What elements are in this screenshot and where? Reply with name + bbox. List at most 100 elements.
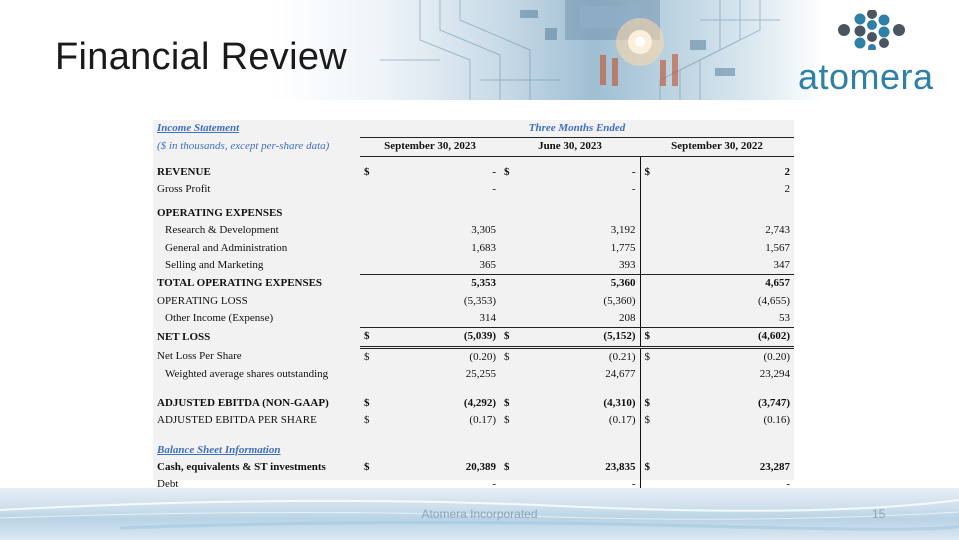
column-header: June 30, 2023	[500, 137, 640, 157]
currency-symbol	[360, 293, 374, 310]
cell-value: 314	[374, 309, 500, 329]
cell-value: 20,389	[465, 461, 496, 474]
cell-value: 365	[374, 257, 500, 276]
cell-value: (0.20)	[763, 350, 791, 363]
cell-value: (4,310)	[603, 397, 636, 410]
table-row: General and Administration 1,683 1,775 1…	[153, 239, 794, 258]
row-label: General and Administration	[165, 241, 288, 254]
cell-value: -	[492, 165, 496, 178]
currency-symbol	[500, 257, 514, 276]
company-logo: atomera	[796, 10, 946, 97]
table-row: OPERATING EXPENSES	[153, 205, 794, 223]
row-label: ADJUSTED EBITDA PER SHARE	[157, 414, 317, 427]
cell-value: 23,294	[759, 367, 791, 380]
table-row: Balance Sheet Information	[153, 441, 794, 460]
currency-symbol: $	[639, 163, 654, 181]
cell-value: 3,192	[610, 224, 636, 237]
cell-value: -	[631, 182, 636, 195]
row-label: Selling and Marketing	[165, 259, 264, 272]
slide-title: Financial Review	[55, 36, 348, 78]
row-label: Cash, equivalents & ST investments	[157, 461, 326, 474]
currency-symbol	[360, 240, 374, 257]
row-label: ADJUSTED EBITDA (NON-GAAP)	[157, 397, 329, 410]
currency-symbol	[360, 222, 374, 239]
currency-symbol	[500, 275, 514, 293]
cell-value: 393	[514, 257, 640, 276]
units-note: ($ in thousands, except per-share data)	[157, 140, 330, 153]
currency-symbol	[500, 293, 514, 310]
cell-value: (0.21)	[608, 350, 636, 363]
cell-value: (4,602)	[654, 327, 795, 349]
table-row: Weighted average shares outstanding 25,2…	[153, 365, 794, 384]
row-label: TOTAL OPERATING EXPENSES	[157, 277, 323, 290]
currency-symbol: $	[504, 414, 510, 427]
cell-value: (4,292)	[463, 397, 496, 410]
cell-value: 2,743	[765, 224, 791, 237]
row-label: Net Loss Per Share	[157, 349, 242, 362]
row-label: Research & Development	[165, 224, 279, 237]
cell-value: 23,287	[759, 461, 791, 474]
currency-symbol	[500, 240, 514, 257]
currency-symbol	[360, 257, 374, 276]
table-row: ADJUSTED EBITDA (NON-GAAP) $ (4,292) $ (…	[153, 395, 794, 413]
row-label: NET LOSS	[157, 330, 211, 343]
currency-symbol: $	[364, 165, 370, 178]
currency-symbol: $	[364, 461, 370, 474]
cell-value: 3,305	[471, 224, 496, 237]
currency-symbol: $	[504, 461, 510, 474]
balance-sheet-label: Balance Sheet Information	[157, 443, 281, 456]
atomera-logo-icon	[838, 10, 905, 50]
cell-value: (0.17)	[608, 414, 636, 427]
column-header-row: ($ in thousands, except per-share data) …	[153, 137, 795, 157]
currency-symbol: $	[364, 350, 370, 363]
currency-symbol	[639, 257, 654, 276]
cell-value: 5,353	[471, 277, 496, 290]
table-row: Other Income (Expense) 314 208 53	[153, 309, 795, 329]
cell-value: (3,747)	[757, 397, 791, 410]
currency-symbol	[639, 222, 654, 240]
currency-symbol	[639, 180, 654, 199]
table-header-row: Income Statement Three Months Ended	[153, 120, 795, 139]
currency-symbol: $	[639, 412, 654, 430]
period-header: Three Months Ended	[360, 120, 795, 139]
cell-value: 53	[654, 309, 795, 329]
row-label: Other Income (Expense)	[165, 312, 274, 325]
cell-value: 1,683	[471, 241, 496, 254]
table-row: Net Loss Per Share $ (0.20) $ (0.21) $ (…	[153, 347, 794, 366]
currency-symbol: $	[364, 414, 370, 427]
table-row: TOTAL OPERATING EXPENSES 5,353 5,360 4,6…	[153, 274, 794, 293]
table-row: Selling and Marketing 365 393 347	[153, 257, 795, 276]
currency-symbol	[500, 309, 514, 329]
cell-value: 25,255	[465, 367, 496, 380]
currency-symbol: $	[639, 459, 654, 477]
currency-symbol	[500, 181, 514, 198]
cell-value: 1,775	[610, 241, 636, 254]
cell-value: 347	[654, 257, 795, 276]
row-label: OPERATING LOSS	[157, 294, 248, 307]
row-label: Gross Profit	[157, 182, 211, 195]
income-statement-table: Income Statement Three Months Ended ($ i…	[153, 120, 795, 494]
currency-symbol	[360, 275, 374, 293]
cell-value: 2	[784, 165, 791, 178]
cell-value: 1,567	[765, 241, 791, 254]
table-row: Research & Development 3,305 3,192 2,743	[153, 222, 794, 240]
cell-value: (5,039)	[374, 327, 500, 349]
table-row: ADJUSTED EBITDA PER SHARE $ (0.17) $ (0.…	[153, 412, 794, 430]
cell-value: -	[631, 165, 636, 178]
currency-symbol: $	[360, 327, 374, 349]
currency-symbol: $	[504, 397, 510, 410]
currency-symbol: $	[500, 327, 514, 349]
row-label: OPERATING EXPENSES	[157, 207, 283, 220]
currency-symbol	[500, 222, 514, 239]
currency-symbol	[360, 309, 374, 329]
currency-symbol: $	[639, 327, 654, 349]
cell-value: 5,360	[610, 277, 636, 290]
cell-value: (0.20)	[469, 350, 496, 363]
footer-company: Atomera Incorporated	[421, 507, 538, 521]
table-row: NET LOSS $ (5,039) $ (5,152) $ (4,602)	[153, 327, 795, 349]
cell-value: (0.17)	[469, 414, 496, 427]
cell-value: 4,657	[765, 277, 791, 290]
currency-symbol	[500, 366, 514, 383]
cell-value: 23,835	[605, 461, 636, 474]
currency-symbol	[639, 239, 654, 258]
